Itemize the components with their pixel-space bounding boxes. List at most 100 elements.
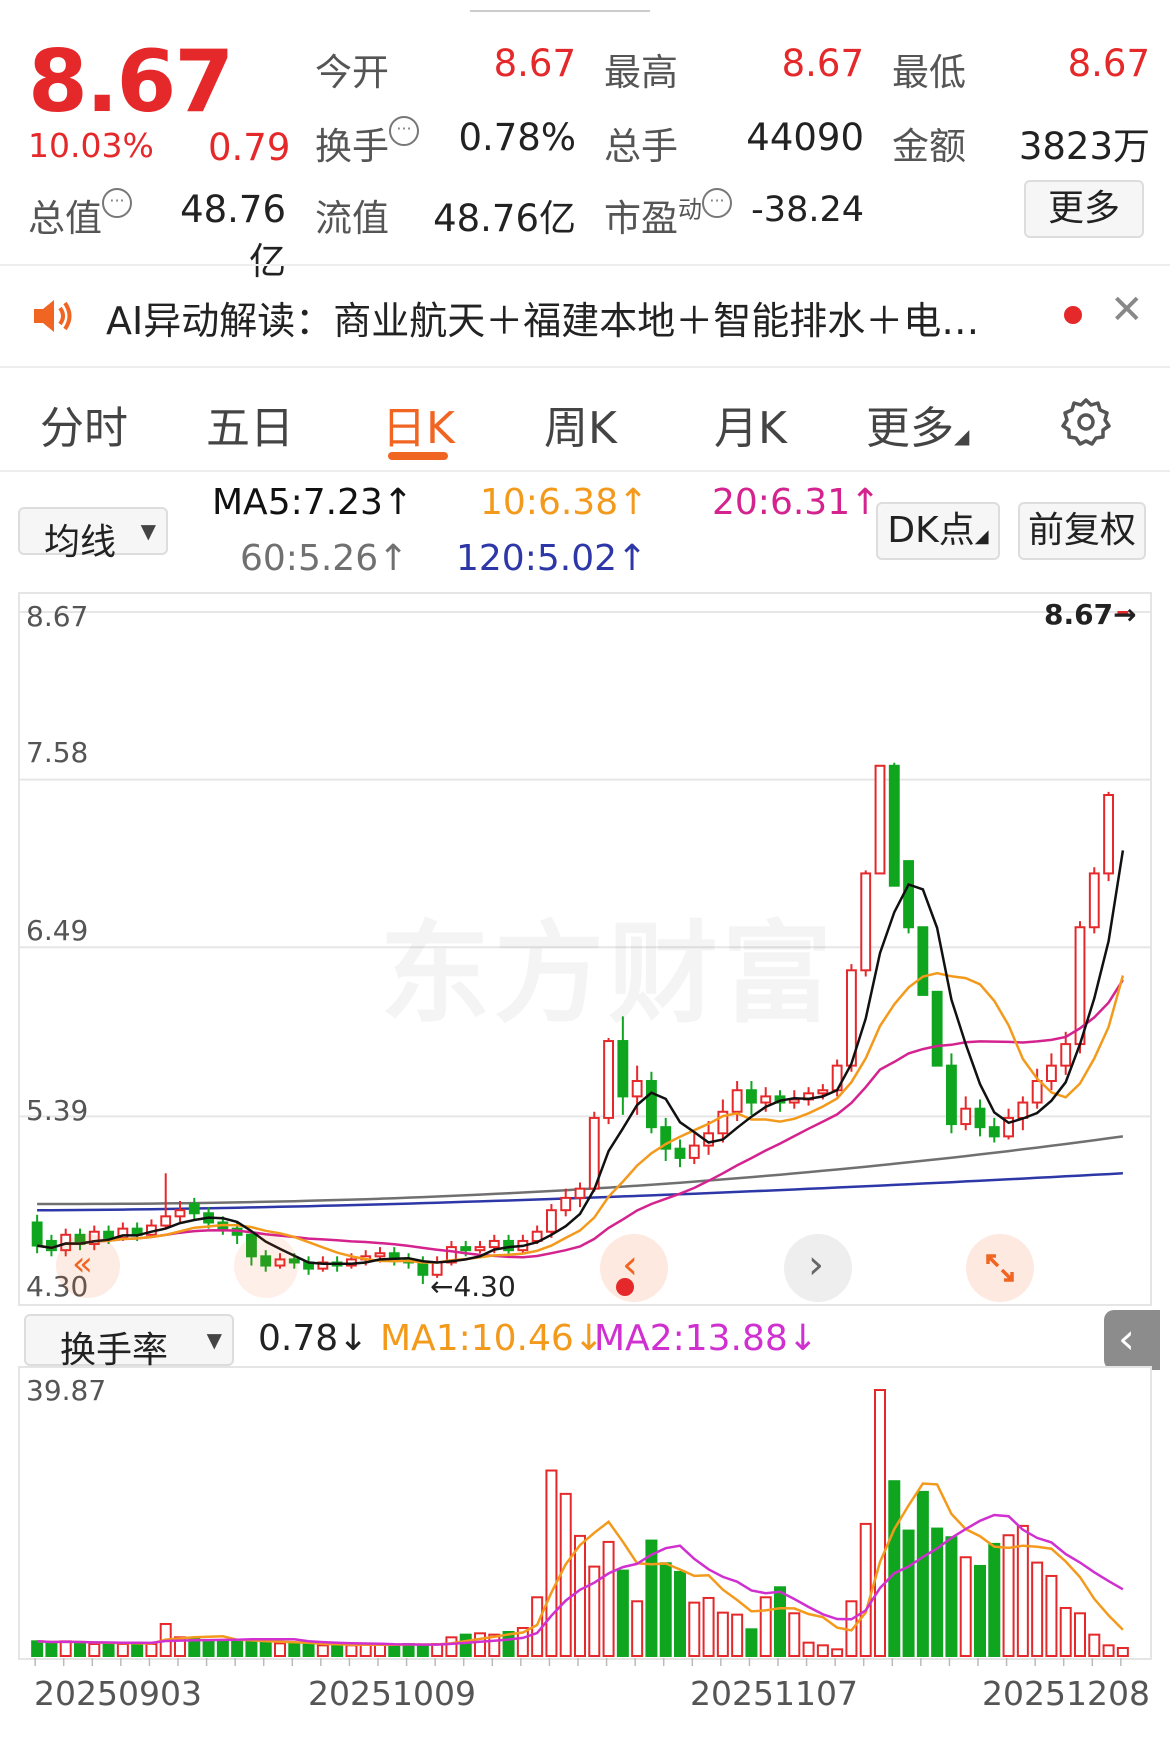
ai-insight-bar[interactable]: AI异动解读：商业航天＋福建本地＋智能排水＋电… bbox=[0, 266, 1170, 366]
info-icon[interactable]: ··· bbox=[389, 116, 419, 146]
scroll-left-fast-button[interactable]: « bbox=[56, 1234, 120, 1298]
candle-body bbox=[1103, 793, 1114, 875]
turnover-bar bbox=[1059, 1606, 1072, 1657]
price-axis-label: 7.58 bbox=[26, 736, 89, 769]
low-price-marker: ←4.30 bbox=[430, 1270, 516, 1303]
tab-intraday[interactable]: 分时 bbox=[40, 392, 128, 456]
turnover-bar bbox=[774, 1586, 786, 1657]
turnover-bar bbox=[88, 1642, 101, 1657]
candle-body bbox=[546, 1209, 557, 1233]
close-icon[interactable]: ✕ bbox=[1110, 290, 1144, 330]
candle-body bbox=[988, 1126, 1000, 1138]
turnover-bar bbox=[74, 1641, 86, 1658]
forward-adjust-button[interactable]: 前复权 bbox=[1018, 502, 1146, 560]
turnover-bar bbox=[874, 1389, 886, 1657]
volume-label: 总手 bbox=[604, 125, 678, 168]
dk-point-button[interactable]: DK点◢ bbox=[876, 502, 1000, 560]
turnover-bar bbox=[102, 1642, 115, 1657]
ma-select[interactable]: 均线 ▼ bbox=[18, 507, 168, 563]
candle-body bbox=[917, 926, 929, 996]
turnover-bar bbox=[659, 1562, 672, 1658]
open-value: 8.67 bbox=[493, 42, 576, 85]
turnover-bar bbox=[959, 1556, 972, 1657]
low-label: 最低 bbox=[892, 51, 966, 94]
unread-dot bbox=[1064, 306, 1082, 324]
period-tabs: 分时 五日 日K 周K 月K 更多◢ bbox=[0, 370, 1170, 470]
pe-label-text: 市盈 bbox=[604, 197, 678, 240]
candle-body bbox=[974, 1107, 986, 1129]
ma-select-label: 均线 bbox=[44, 522, 117, 563]
kline-chart-panel[interactable]: 8.67 7.58 6.49 5.39 4.30 8.67→ ←4.30 东方财… bbox=[18, 592, 1152, 1306]
ma10-value: 10:6.38↑ bbox=[480, 482, 649, 523]
turnover-bar bbox=[831, 1648, 844, 1657]
turnover-bar bbox=[759, 1596, 772, 1657]
turnover-bar bbox=[302, 1642, 315, 1657]
candle-body bbox=[674, 1147, 686, 1159]
turnover-bar bbox=[245, 1638, 258, 1657]
turnover-bar bbox=[231, 1640, 244, 1657]
top-cutoff-strip bbox=[0, 0, 1170, 18]
candle-body bbox=[374, 1252, 386, 1258]
candle-body bbox=[646, 1080, 657, 1129]
tab-weekly-k[interactable]: 周K bbox=[544, 392, 617, 456]
expand-icon bbox=[986, 1254, 1014, 1282]
info-icon[interactable]: ··· bbox=[102, 188, 132, 218]
float-cap-label: 流值 bbox=[315, 197, 389, 240]
chevron-right-icon: › bbox=[808, 1242, 824, 1288]
turnover-bar bbox=[816, 1644, 829, 1658]
ma5-value: MA5:7.23↑ bbox=[212, 482, 414, 523]
turnover-label: 换手 ··· bbox=[315, 116, 419, 170]
chevron-down-icon: ▼ bbox=[140, 519, 156, 543]
turnover-bar bbox=[1031, 1561, 1044, 1657]
indicator-select[interactable]: 换手率 ▼ bbox=[24, 1314, 234, 1371]
ma60-value: 60:5.26↑ bbox=[240, 538, 409, 579]
pe-value: -38.24 bbox=[751, 190, 864, 230]
date-label: 20251009 bbox=[308, 1674, 476, 1713]
turnover-bar bbox=[116, 1642, 129, 1657]
turnover-bar bbox=[988, 1542, 1001, 1657]
scroll-right-button[interactable]: › bbox=[784, 1234, 852, 1302]
turnover-chart-panel[interactable]: 39.87 bbox=[18, 1366, 1152, 1660]
settings-gear-icon[interactable] bbox=[1060, 396, 1112, 448]
high-label: 最高 bbox=[604, 51, 678, 94]
more-quote-button[interactable]: 更多 bbox=[1024, 180, 1144, 238]
candle-body bbox=[488, 1239, 500, 1249]
turnover-bar bbox=[602, 1540, 615, 1657]
watermark: 东方财富 bbox=[380, 884, 836, 1044]
turnover-bar bbox=[1088, 1633, 1101, 1657]
volume-value: 44090 bbox=[746, 116, 864, 159]
turnover-bar bbox=[131, 1641, 144, 1658]
date-axis-ticks bbox=[34, 1658, 1122, 1666]
turnover-bar bbox=[259, 1641, 272, 1658]
tab-more[interactable]: 更多◢ bbox=[866, 392, 969, 456]
scroll-left-button[interactable]: ‹ bbox=[600, 1234, 668, 1302]
turnover-bar bbox=[145, 1642, 158, 1657]
turnover-bar bbox=[574, 1534, 586, 1658]
turnover-bar bbox=[416, 1644, 429, 1658]
candle-body bbox=[903, 860, 915, 929]
current-price: 8.67 bbox=[28, 32, 234, 132]
fullscreen-button[interactable] bbox=[966, 1234, 1034, 1302]
float-cap-value: 48.76亿 bbox=[433, 197, 576, 240]
candle-body bbox=[960, 1107, 972, 1126]
collapse-panel-button[interactable]: ‹ bbox=[1104, 1310, 1160, 1370]
ma20-value: 20:6.31↑ bbox=[712, 482, 881, 523]
candle-body bbox=[603, 1040, 615, 1119]
quote-header: 8.67 10.03% 0.79 今开 8.67 最高 8.67 最低 8.67… bbox=[0, 18, 1170, 283]
info-icon[interactable]: ··· bbox=[702, 188, 732, 218]
turnover-bar bbox=[216, 1640, 229, 1657]
candle-body bbox=[688, 1144, 700, 1159]
turnover-bar bbox=[1002, 1534, 1015, 1657]
tab-monthly-k[interactable]: 月K bbox=[714, 392, 787, 456]
turnover-bar bbox=[445, 1636, 458, 1657]
dk-point-label: DK点 bbox=[887, 510, 975, 551]
pe-sup: 动 bbox=[678, 195, 702, 224]
turnover-bar bbox=[1102, 1644, 1115, 1658]
candle-body bbox=[174, 1209, 186, 1218]
zoom-out-button[interactable] bbox=[234, 1234, 298, 1298]
candle-body bbox=[1088, 872, 1100, 929]
tab-daily-k[interactable]: 日K bbox=[382, 392, 455, 456]
cutoff-title bbox=[470, 0, 650, 12]
tab-five-day[interactable]: 五日 bbox=[206, 392, 294, 456]
tab-more-label: 更多 bbox=[866, 403, 954, 454]
